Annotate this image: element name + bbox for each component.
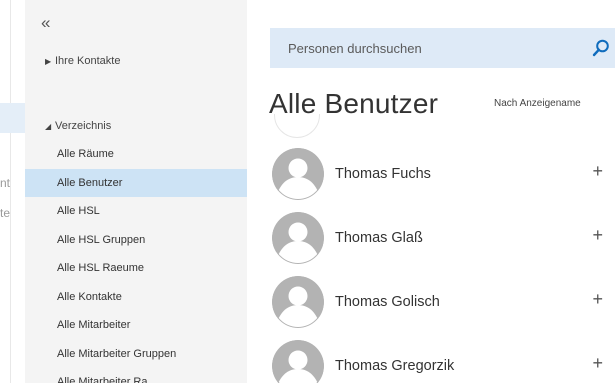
- sidebar-item[interactable]: Alle HSL Raeume: [25, 254, 247, 282]
- sidebar-item[interactable]: Alle Mitarbeiter Gruppen: [25, 340, 247, 368]
- person-row[interactable]: Thomas Gregorzik +: [270, 338, 615, 383]
- add-contact-button[interactable]: +: [592, 162, 603, 180]
- person-avatar-icon: [272, 276, 324, 328]
- person-avatar-icon: [272, 212, 324, 264]
- search-input[interactable]: [288, 40, 578, 56]
- caret-right-icon: ▶: [45, 56, 52, 66]
- sidebar-item[interactable]: Alle Mitarbeiter Ra: [25, 368, 247, 383]
- add-contact-button[interactable]: +: [592, 290, 603, 308]
- sidebar-item[interactable]: Alle HSL Gruppen: [25, 226, 247, 254]
- people-search-box[interactable]: [270, 28, 615, 68]
- person-row[interactable]: Thomas Glaß +: [270, 210, 615, 266]
- person-avatar-icon: [272, 148, 324, 200]
- tree-node-directory[interactable]: ◢ Verzeichnis: [45, 120, 111, 132]
- directory-sidebar: « ▶ Ihre Kontakte ◢ Verzeichnis Alle Räu…: [25, 0, 247, 383]
- sidebar-item[interactable]: Alle Mitarbeiter: [25, 311, 247, 339]
- sidebar-item[interactable]: Alle Benutzer: [25, 168, 247, 197]
- collapse-button[interactable]: «: [41, 14, 50, 31]
- tree-node-label: Ihre Kontakte: [55, 55, 121, 67]
- person-name: Thomas Golisch: [335, 294, 440, 310]
- person-name: Thomas Fuchs: [335, 166, 431, 182]
- sidebar-item[interactable]: Alle HSL: [25, 197, 247, 225]
- sidebar-item[interactable]: Alle Räume: [25, 140, 247, 168]
- add-contact-button[interactable]: +: [592, 354, 603, 372]
- tree-node-your-contacts[interactable]: ▶ Ihre Kontakte: [45, 55, 120, 67]
- main-pane: Alle Benutzer Nach Anzeigename Thomas Fu…: [247, 0, 615, 383]
- person-avatar-icon: [272, 340, 324, 383]
- person-name: Thomas Glaß: [335, 230, 423, 246]
- search-icon[interactable]: [591, 38, 611, 58]
- divider: [10, 0, 11, 383]
- person-name: Thomas Gregorzik: [335, 358, 455, 374]
- caret-down-icon: ◢: [45, 121, 52, 131]
- add-contact-button[interactable]: +: [592, 226, 603, 244]
- avatar: [274, 114, 320, 138]
- left-nav-fragment[interactable]: te: [0, 206, 10, 220]
- person-row[interactable]: Thomas Fuchs +: [270, 146, 615, 202]
- tree-node-label: Verzeichnis: [55, 120, 112, 132]
- left-nav-fragment[interactable]: nt: [0, 176, 10, 190]
- left-nav-highlight[interactable]: [0, 103, 25, 133]
- sidebar-item[interactable]: Alle Kontakte: [25, 283, 247, 311]
- left-nav-strip: nt te: [0, 0, 25, 383]
- sort-dropdown[interactable]: Nach Anzeigename: [494, 98, 581, 109]
- person-row[interactable]: Thomas Golisch +: [270, 274, 615, 330]
